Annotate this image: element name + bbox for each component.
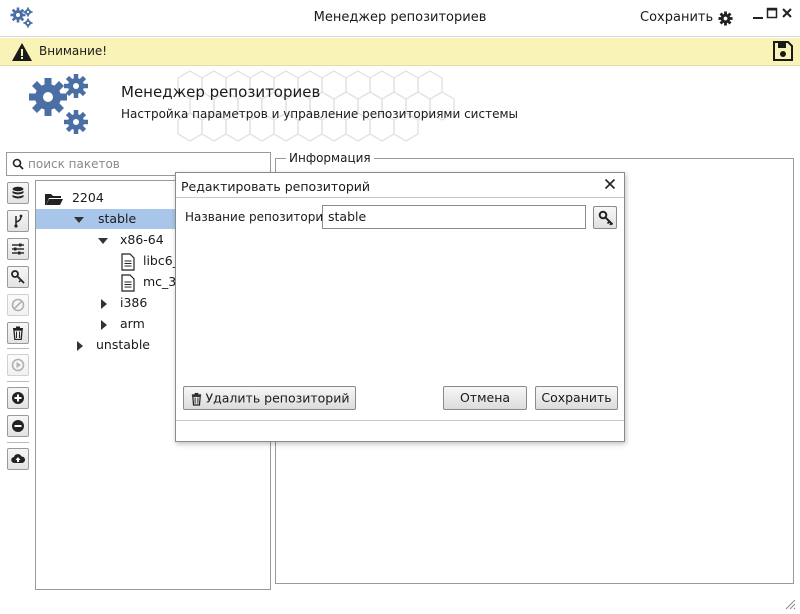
dialog-title: Редактировать репозиторий xyxy=(181,179,371,194)
minimize-icon[interactable] xyxy=(752,6,764,20)
tree-item-label: arm xyxy=(119,316,145,331)
key-icon xyxy=(11,270,25,284)
tree-item-label: libc6_ xyxy=(142,253,179,268)
block-button[interactable] xyxy=(7,294,29,316)
gear-icon[interactable] xyxy=(718,11,733,26)
settings-button[interactable] xyxy=(7,238,29,260)
trash-icon xyxy=(191,392,201,406)
add-icon xyxy=(12,392,24,404)
maximize-icon[interactable] xyxy=(766,6,778,20)
branch-icon xyxy=(14,214,23,228)
header-title: Менеджер репозиториев xyxy=(121,83,321,101)
titlebar-save-button[interactable]: Сохранить xyxy=(640,10,713,25)
toolbar-separator xyxy=(7,381,29,382)
tree-item-package[interactable]: libc6_ xyxy=(120,251,179,271)
page-header: Менеджер репозиториев Настройка параметр… xyxy=(0,66,800,146)
dialog-divider xyxy=(176,197,624,198)
key-button[interactable] xyxy=(7,266,29,288)
remove-icon xyxy=(12,420,24,432)
save-button[interactable]: Сохранить xyxy=(535,386,618,410)
edit-repository-dialog: Редактировать репозиторий Название репоз… xyxy=(175,172,625,442)
tree-item-label: stable xyxy=(97,211,137,226)
repository-name-label: Название репозитория: xyxy=(185,210,335,224)
collapse-arrow-icon[interactable] xyxy=(101,319,107,330)
key-button[interactable] xyxy=(593,206,617,229)
settings-sliders-icon xyxy=(12,243,24,255)
branch-button[interactable] xyxy=(7,210,29,232)
remove-button[interactable] xyxy=(7,415,29,437)
play-icon xyxy=(11,358,25,372)
database-icon xyxy=(12,186,24,199)
add-button[interactable] xyxy=(7,387,29,409)
tree-item-label: 2204 xyxy=(71,190,104,205)
search-icon xyxy=(12,158,24,170)
title-bar: Менеджер репозиториев Сохранить xyxy=(0,0,800,37)
hexagon-pattern xyxy=(177,70,455,142)
info-legend: Информация xyxy=(286,151,374,165)
database-button[interactable] xyxy=(7,182,29,204)
trash-icon xyxy=(13,326,23,340)
tree-item-label: unstable xyxy=(95,337,151,352)
folder-open-icon xyxy=(45,193,63,205)
file-icon xyxy=(121,273,135,292)
tree-item-i386[interactable]: i386 xyxy=(101,293,147,313)
toolbar-separator xyxy=(7,442,29,443)
resize-grip-icon[interactable] xyxy=(784,598,796,610)
tree-item-arm[interactable]: arm xyxy=(101,314,145,334)
upload-button[interactable] xyxy=(7,448,29,470)
run-button[interactable] xyxy=(7,354,29,376)
cancel-button[interactable]: Отмена xyxy=(443,386,527,410)
warning-text: Внимание! xyxy=(39,44,108,58)
dialog-footer-divider xyxy=(176,420,624,421)
header-subtitle: Настройка параметров и управление репози… xyxy=(121,107,518,121)
expand-arrow-icon[interactable] xyxy=(74,216,84,223)
delete-button[interactable] xyxy=(7,322,29,344)
delete-repository-button[interactable]: Удалить репозиторий xyxy=(183,386,356,410)
collapse-arrow-icon[interactable] xyxy=(77,340,83,351)
warning-icon xyxy=(12,43,32,61)
collapse-arrow-icon[interactable] xyxy=(101,298,107,309)
delete-repository-label: Удалить репозиторий xyxy=(205,390,350,406)
key-icon xyxy=(598,210,614,226)
warning-bar: Внимание! xyxy=(0,38,800,66)
expand-arrow-icon[interactable] xyxy=(98,237,108,244)
tree-item-unstable[interactable]: unstable xyxy=(77,335,150,355)
tree-item-label: mc_3 xyxy=(142,274,177,289)
file-icon xyxy=(121,252,135,271)
search-input[interactable]: поиск пакетов xyxy=(28,157,120,171)
tree-item-label: x86-64 xyxy=(119,232,164,247)
tree-item-package[interactable]: mc_3 xyxy=(120,272,176,292)
tree-item-label: i386 xyxy=(119,295,148,310)
close-icon[interactable] xyxy=(781,6,793,20)
tree-item-root[interactable]: 2204 xyxy=(44,188,104,208)
save-disk-icon[interactable] xyxy=(772,40,794,62)
tree-item-x86-64[interactable]: x86-64 xyxy=(98,230,164,250)
toolbar-separator xyxy=(7,348,29,349)
block-icon xyxy=(11,298,25,312)
settings-gears-icon xyxy=(29,74,88,134)
repository-name-field[interactable]: stable xyxy=(322,205,586,229)
cloud-upload-icon xyxy=(11,454,25,464)
close-icon[interactable] xyxy=(604,178,616,190)
